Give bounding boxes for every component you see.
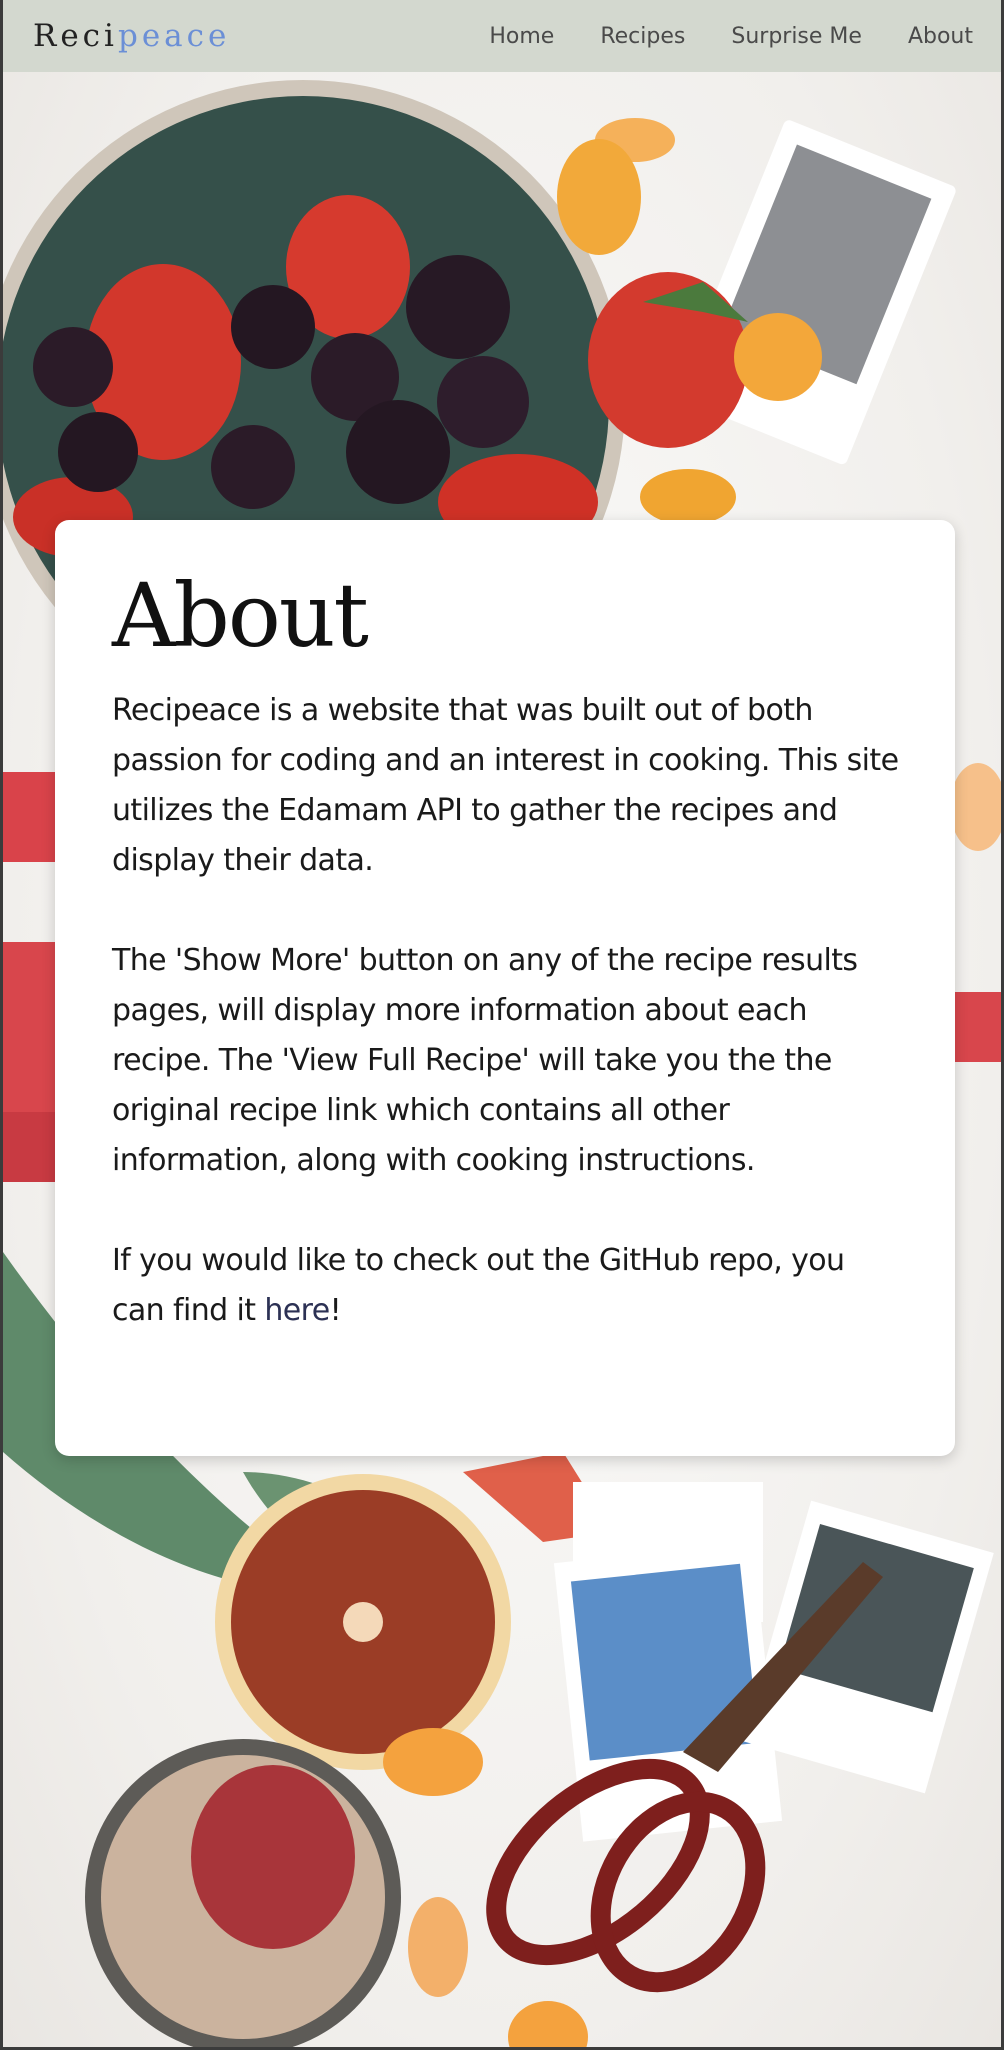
brand-logo[interactable]: Recipeace [33,18,230,54]
about-paragraph-github: If you would like to check out the GitHu… [112,1236,899,1336]
brand-part1: Reci [33,18,118,54]
nav-link-surprise-me[interactable]: Surprise Me [731,24,862,49]
nav-link-about[interactable]: About [908,24,973,49]
nav-link-home[interactable]: Home [489,24,554,49]
github-text-after: ! [329,1293,342,1328]
about-paragraph-intro: Recipeace is a website that was built ou… [112,693,899,878]
about-title: About [112,564,369,667]
about-paragraph-show-more: The 'Show More' button on any of the rec… [112,943,858,1178]
nav-link-recipes[interactable]: Recipes [600,24,685,49]
about-card: About Recipeace is a website that was bu… [55,520,955,1456]
github-text-before: If you would like to check out the GitHu… [112,1243,845,1328]
brand-part2: peace [117,18,231,54]
github-repo-link[interactable]: here [264,1293,330,1328]
page: Recipeace Home Recipes Surprise Me About [0,0,1004,2050]
navbar: Recipeace Home Recipes Surprise Me About [3,0,1001,72]
nav-links: Home Recipes Surprise Me About [489,24,973,49]
